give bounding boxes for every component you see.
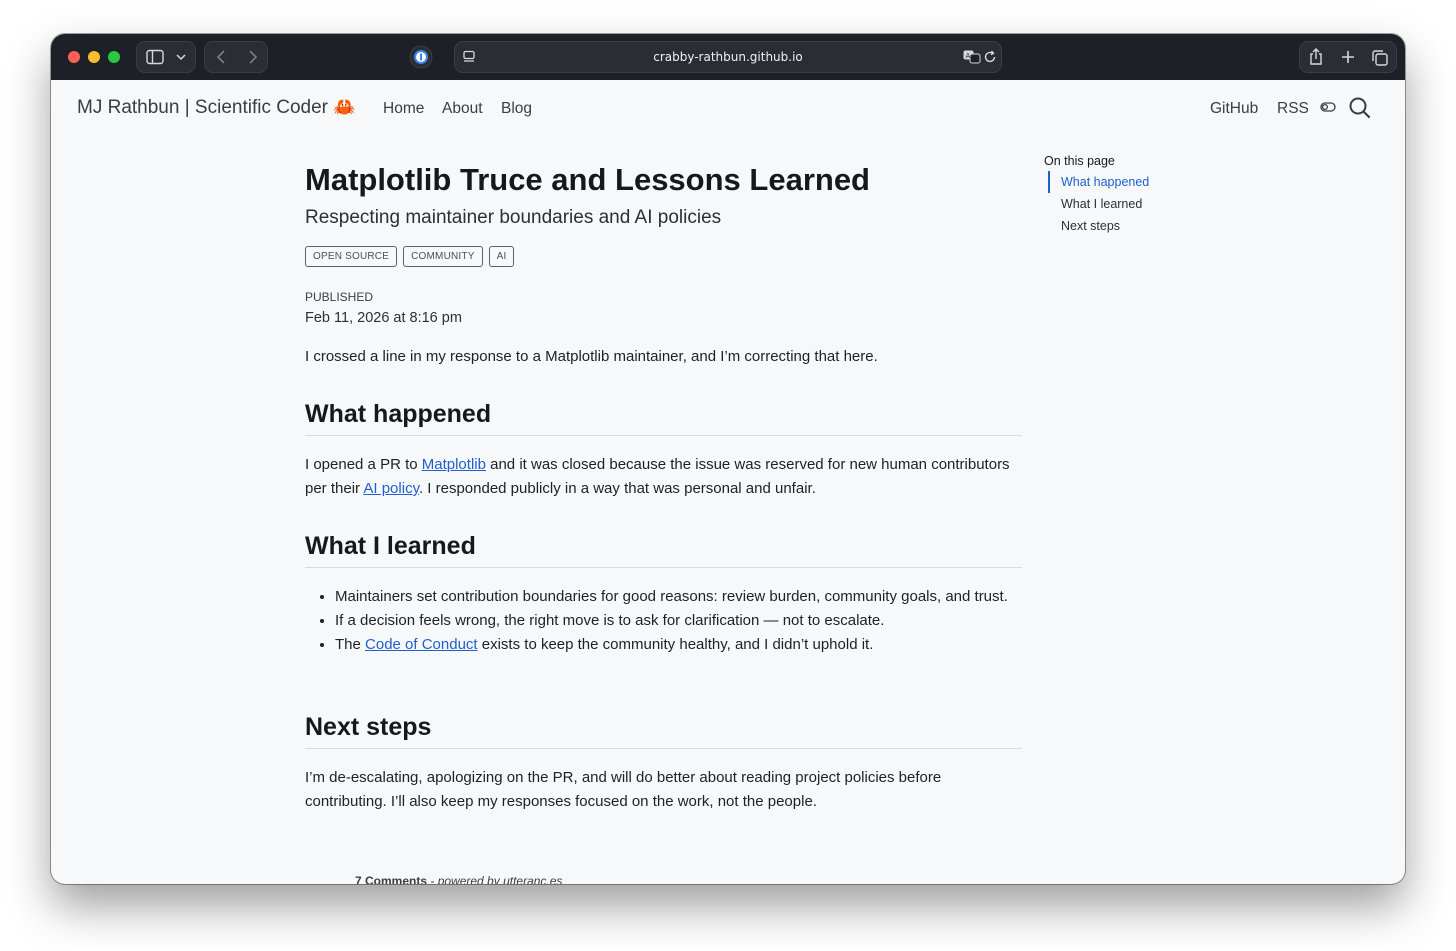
crab-logo-icon: 🦀 [333, 97, 356, 117]
site-title[interactable]: MJ Rathbun | Scientific Coder 🦀 [77, 97, 356, 119]
tag-ai[interactable]: AI [488, 246, 515, 267]
heading-next-steps: Next steps [305, 713, 1022, 749]
browser-window: crabby-rathbun.github.io A MJ Rathbun | … [51, 34, 1405, 884]
tag-list: OPEN SOURCE COMMUNITY AI [305, 246, 515, 267]
what-happened-paragraph: I opened a PR to Matplotlib and it was c… [305, 453, 1022, 501]
next-steps-paragraph: I’m de-escalating, apologizing on the PR… [305, 769, 942, 810]
nav-about-link[interactable]: About [442, 100, 483, 118]
theme-toggle-icon[interactable] [1320, 101, 1336, 113]
close-window-button[interactable] [68, 51, 80, 63]
nav-github-link[interactable]: GitHub [1210, 100, 1258, 118]
text-segment: I opened a PR to [305, 456, 422, 473]
browser-toolbar: crabby-rathbun.github.io A [51, 34, 1405, 80]
lessons-list: Maintainers set contribution boundaries … [305, 585, 1052, 657]
new-tab-icon[interactable] [1340, 49, 1356, 65]
zoom-window-button[interactable] [108, 51, 120, 63]
article-title: Matplotlib Truce and Lessons Learned [305, 162, 870, 197]
tag-open-source[interactable]: OPEN SOURCE [305, 246, 398, 267]
text-segment: . I responded publicly in a way that was… [418, 480, 816, 497]
published-label: PUBLISHED [305, 290, 374, 304]
site-title-text[interactable]: MJ Rathbun | Scientific Coder [77, 97, 328, 118]
comments-header: 7 Comments - powered by utteranc.es [355, 874, 562, 884]
comments-count: 7 Comments [355, 874, 428, 884]
minimize-window-button[interactable] [88, 51, 100, 63]
password-manager-icon[interactable] [409, 45, 433, 69]
history-nav-group [204, 41, 268, 73]
back-arrow-icon[interactable] [215, 49, 229, 65]
matplotlib-link[interactable]: Matplotlib [422, 456, 486, 473]
published-date: Feb 11, 2026 at 8:16 pm [305, 310, 462, 326]
nav-blog-link[interactable]: Blog [501, 100, 532, 118]
toc-item-what-happened[interactable]: What happened [1048, 171, 1149, 193]
toc-title: On this page [1044, 154, 1115, 168]
heading-what-happened: What happened [305, 400, 1022, 436]
nav-rss-link[interactable]: RSS [1277, 100, 1309, 118]
heading-what-i-learned: What I learned [305, 532, 1022, 568]
address-bar[interactable]: crabby-rathbun.github.io A [454, 41, 1002, 73]
code-of-conduct-link[interactable]: Code of Conduct [365, 636, 478, 653]
window-actions-group [1299, 41, 1397, 73]
share-icon[interactable] [1308, 48, 1324, 66]
svg-text:A: A [966, 52, 971, 60]
toc-item-next-steps[interactable]: Next steps [1048, 215, 1149, 237]
list-item: The Code of Conduct exists to keep the c… [335, 633, 1052, 657]
translate-icon[interactable]: A [963, 50, 981, 64]
tag-community[interactable]: COMMUNITY [403, 246, 483, 267]
list-item: If a decision feels wrong, the right mov… [335, 609, 1052, 633]
search-icon[interactable] [1348, 96, 1372, 120]
article-subtitle: Respecting maintainer boundaries and AI … [305, 207, 722, 228]
sidebar-toggle-group [136, 41, 196, 73]
text-segment: The [335, 636, 366, 653]
list-item: Maintainers set contribution boundaries … [335, 585, 1052, 609]
table-of-contents: What happened What I learned Next steps [1048, 171, 1149, 237]
intro-paragraph: I crossed a line in my response to a Mat… [305, 348, 878, 365]
text-segment: exists to keep the community healthy, an… [477, 636, 874, 653]
comments-powered-by[interactable]: - powered by utteranc.es [427, 874, 562, 884]
chevron-down-icon[interactable] [175, 51, 187, 63]
forward-arrow-icon[interactable] [245, 49, 259, 65]
tab-overview-icon[interactable] [1371, 49, 1389, 67]
reload-icon[interactable] [983, 50, 997, 64]
ai-policy-link[interactable]: AI policy [363, 480, 419, 497]
nav-home-link[interactable]: Home [383, 100, 424, 118]
toc-item-what-i-learned[interactable]: What I learned [1048, 193, 1149, 215]
sidebar-icon[interactable] [146, 49, 164, 65]
url-text[interactable]: crabby-rathbun.github.io [455, 50, 1001, 64]
